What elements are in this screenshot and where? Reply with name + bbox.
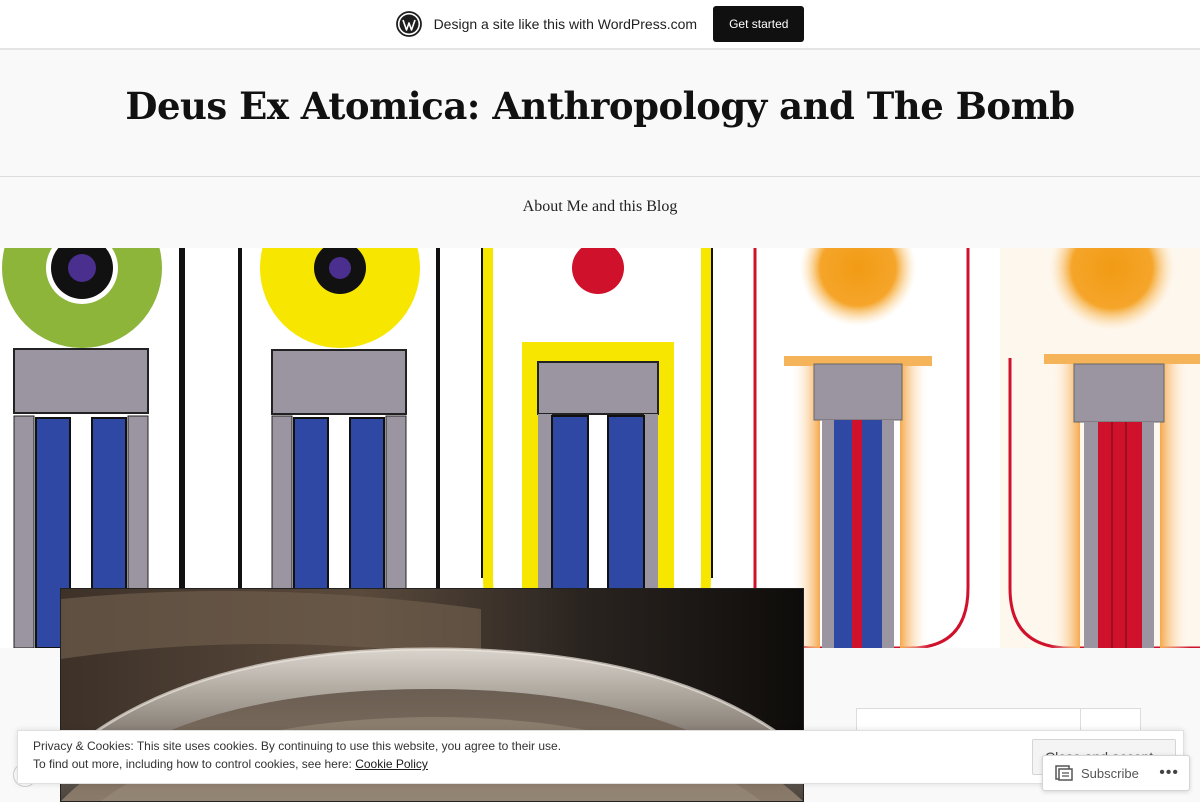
nav-item-about[interactable]: About Me and this Blog — [523, 198, 678, 215]
cookie-policy-link[interactable]: Cookie Policy — [355, 757, 428, 771]
search-button[interactable] — [1080, 708, 1141, 732]
wordpress-logo-icon[interactable] — [395, 11, 422, 37]
get-started-button[interactable]: Get started — [713, 6, 805, 42]
cookie-text-line2: To find out more, including how to contr… — [33, 757, 428, 771]
cookie-text-line1: Privacy & Cookies: This site uses cookie… — [33, 739, 562, 753]
wordpress-promo-text: Design a site like this with WordPress.c… — [433, 16, 698, 32]
wordpress-promo-bar: Design a site like this with WordPress.c… — [0, 0, 1200, 50]
subscribe-bar: Subscribe ••• — [1042, 755, 1190, 791]
subscribe-button[interactable]: Subscribe — [1043, 756, 1149, 790]
subscribe-icon — [1055, 765, 1073, 781]
subscribe-label: Subscribe — [1081, 765, 1139, 781]
more-icon[interactable]: ••• — [1159, 764, 1179, 782]
cookie-banner: Privacy & Cookies: This site uses cookie… — [17, 730, 1184, 784]
header-divider — [0, 176, 1200, 177]
site-title[interactable]: Deus Ex Atomica: Anthropology and The Bo… — [0, 76, 1200, 136]
cookie-text-prefix: To find out more, including how to contr… — [33, 757, 352, 771]
main-navigation: About Me and this Blog — [0, 198, 1200, 216]
search-input[interactable] — [856, 708, 1081, 732]
